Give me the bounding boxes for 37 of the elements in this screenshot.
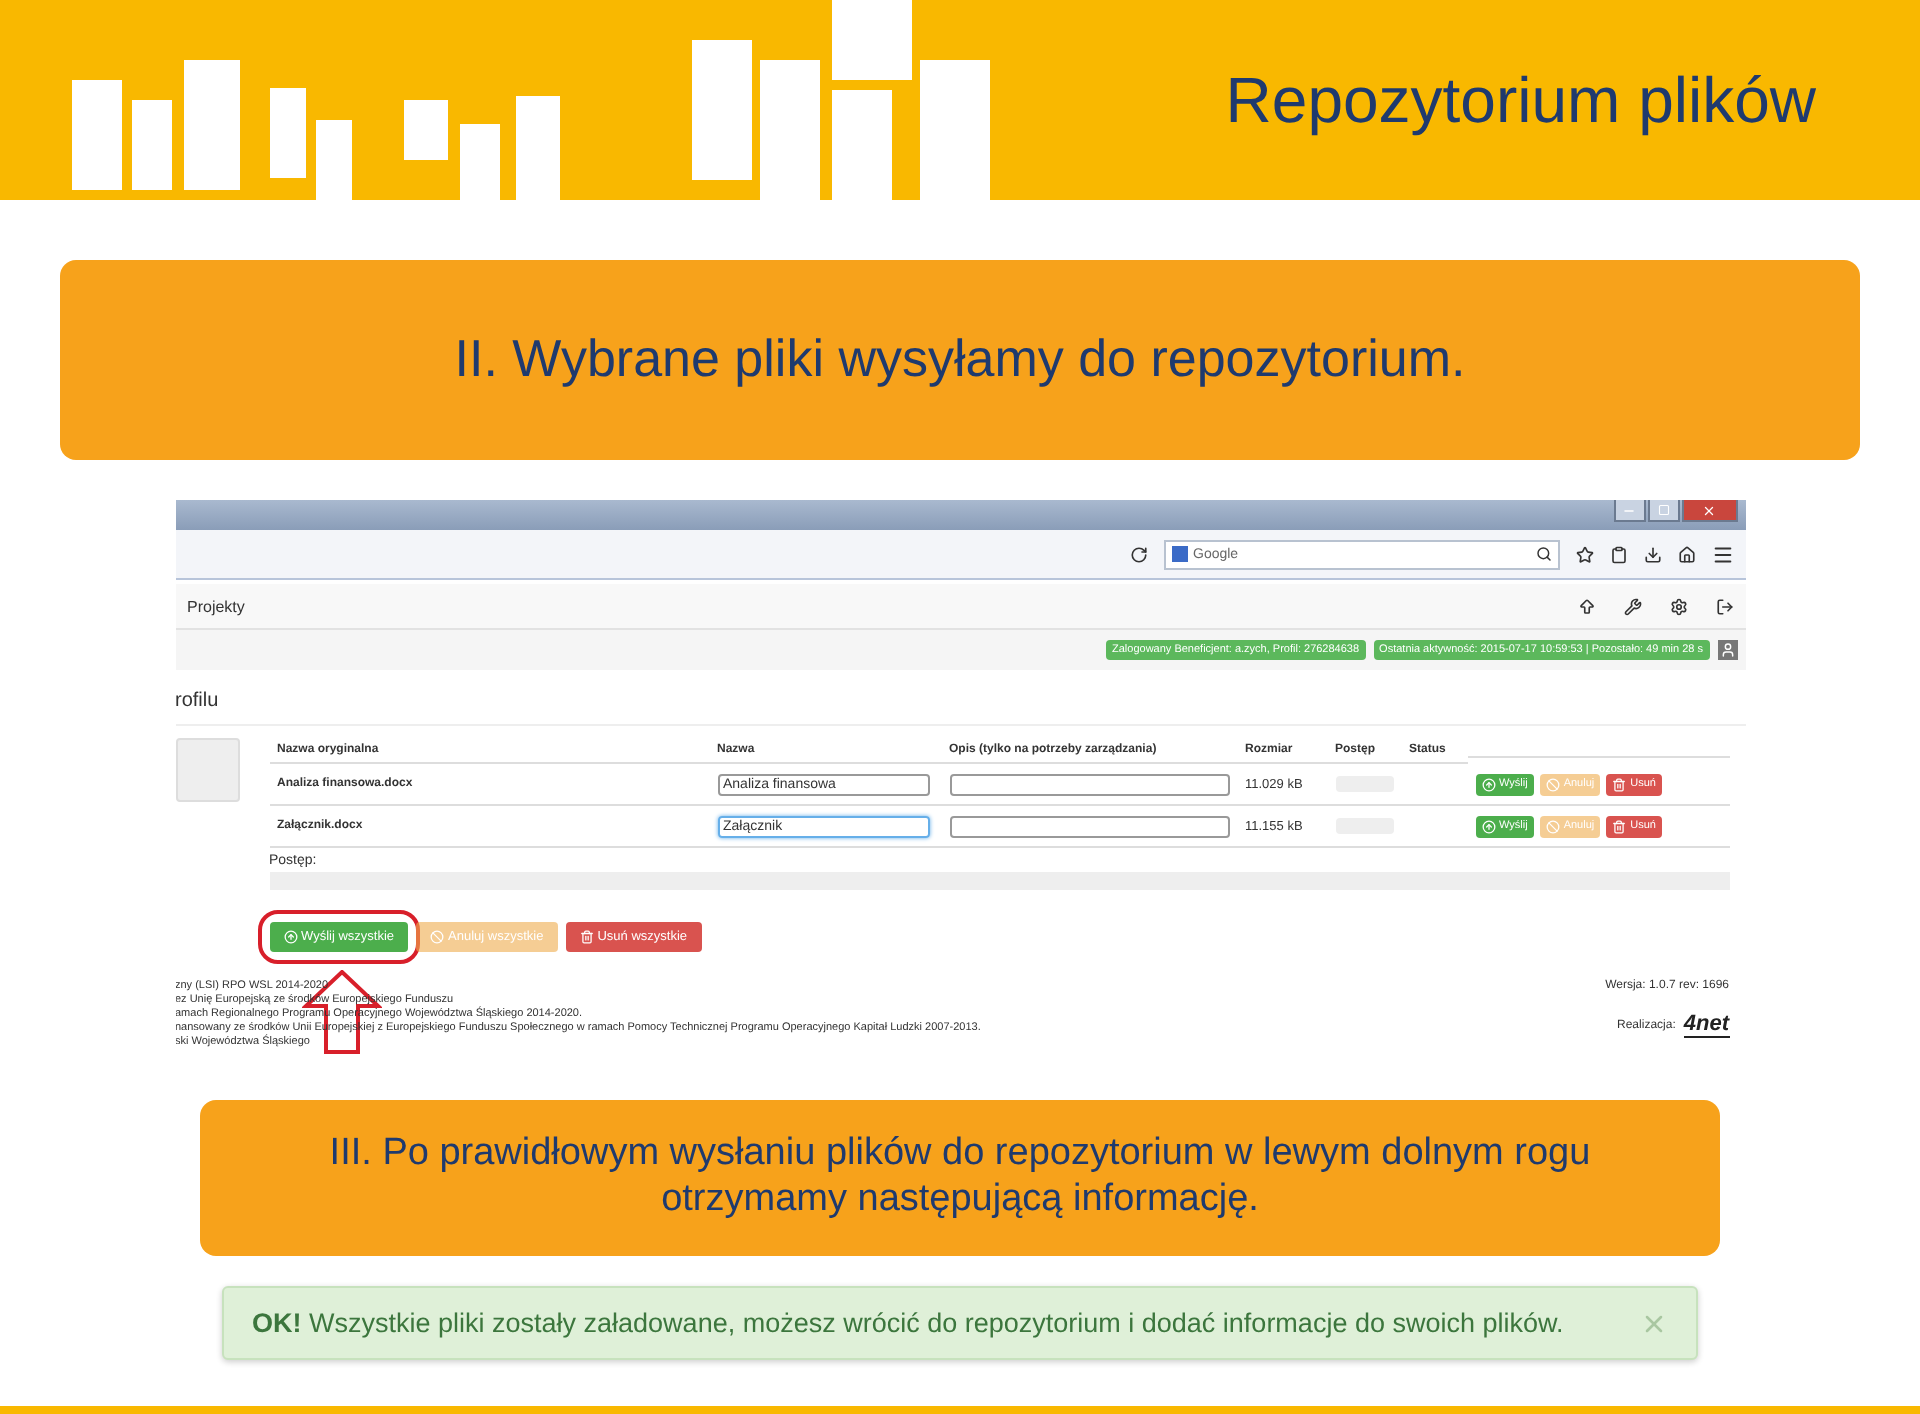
slide-title: Repozytorium plików (1225, 63, 1816, 137)
star-icon[interactable] (1575, 545, 1593, 563)
navbar-title[interactable]: Projekty (187, 597, 245, 615)
trash-icon (1612, 777, 1627, 791)
search-icon[interactable] (1535, 546, 1551, 562)
settings-icon[interactable] (1669, 597, 1687, 615)
ban-icon (1545, 777, 1560, 791)
trash-icon (1612, 819, 1627, 833)
minimize-button[interactable] (1613, 500, 1645, 522)
circle-arrow-up-icon (283, 930, 297, 944)
wrench-icon[interactable] (1623, 597, 1641, 615)
reload-icon[interactable] (1129, 545, 1147, 563)
info-text: III. Po prawidłowym wysłaniu plików do repozytorium w lewym dolnym rogu otrzymamy następującą informację. (327, 1132, 1593, 1224)
alert-message: OK! Wszystkie pliki zostały załadowane, możesz wrócić do repozytorium i dodać informacje do swoich plików. (252, 1308, 1564, 1338)
maximize-icon (1657, 504, 1669, 516)
clipboard-icon[interactable] (1609, 545, 1627, 563)
trash-icon (579, 930, 594, 944)
menu-icon[interactable] (1711, 543, 1733, 565)
user-icon (1719, 642, 1735, 658)
company-logo: 4net (1683, 1012, 1729, 1038)
download-icon[interactable] (1643, 545, 1661, 563)
circle-arrow-up-icon (1481, 819, 1495, 833)
photo-placeholder (175, 738, 239, 802)
description-field[interactable] (949, 815, 1229, 837)
user-button[interactable] (1717, 640, 1737, 660)
description-field[interactable] (949, 773, 1229, 795)
ban-icon (430, 930, 445, 944)
section-title: rofilu (175, 670, 1745, 726)
up-arrow-icon[interactable] (1577, 597, 1595, 615)
close-icon (1702, 503, 1716, 517)
ban-icon (1545, 819, 1560, 833)
step-heading: II. Wybrane pliki wysyłamy do repozytorium. (454, 328, 1466, 392)
search-engine-icon (1171, 546, 1187, 562)
home-icon[interactable] (1677, 545, 1695, 563)
circle-arrow-up-icon (1481, 777, 1495, 791)
logout-icon[interactable] (1715, 597, 1733, 615)
maximize-button[interactable] (1647, 500, 1679, 522)
